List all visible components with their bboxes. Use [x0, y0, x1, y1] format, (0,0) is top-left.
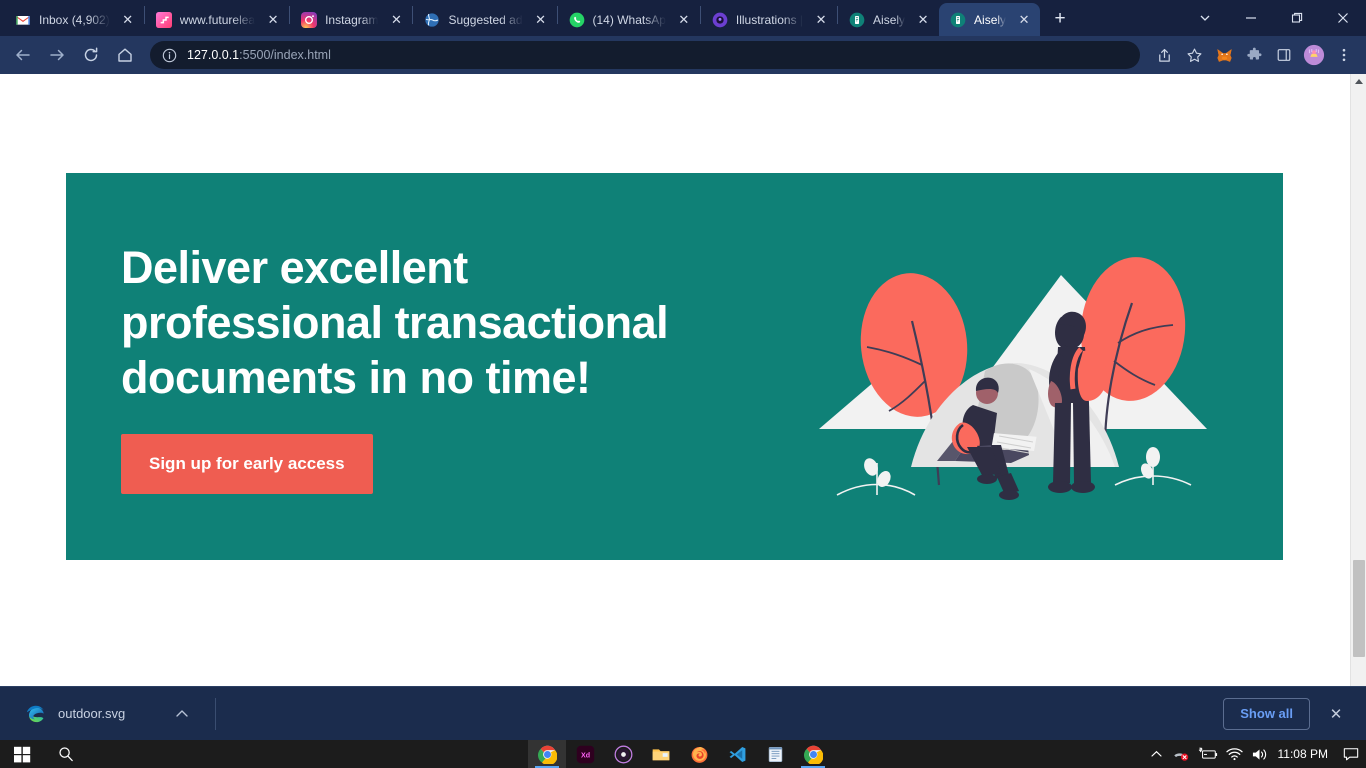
- tab-close-icon[interactable]: ✕: [118, 10, 138, 30]
- tab-illustrations[interactable]: Illustrations | ✕: [701, 3, 837, 36]
- edge-browser-icon: [24, 703, 46, 725]
- tab-aisely-1[interactable]: Aisely ✕: [838, 3, 939, 36]
- tab-close-icon[interactable]: ✕: [263, 10, 283, 30]
- sign-up-early-access-button[interactable]: Sign up for early access: [121, 433, 373, 494]
- search-icon[interactable]: [44, 740, 88, 768]
- share-icon[interactable]: [1150, 41, 1178, 69]
- tab-close-icon[interactable]: ✕: [386, 10, 406, 30]
- tab-title: (14) WhatsAp: [592, 12, 666, 27]
- file-explorer-taskbar-icon[interactable]: [642, 740, 680, 768]
- tab-close-icon[interactable]: ✕: [811, 10, 831, 30]
- battery-charging-icon[interactable]: [1194, 740, 1222, 768]
- profile-avatar[interactable]: [1300, 41, 1328, 69]
- tab-title: Instagram: [325, 12, 379, 27]
- forward-arrow-icon[interactable]: [42, 40, 72, 70]
- url-path: :5500/index.html: [239, 48, 331, 62]
- chevron-up-icon[interactable]: [167, 699, 197, 729]
- scroll-up-arrow[interactable]: [1351, 74, 1366, 90]
- whatsapp-icon: [569, 12, 584, 27]
- system-tray: 11:08 PM: [1146, 740, 1366, 768]
- camping-tent-illustration: [766, 173, 1283, 560]
- purple-circle-icon: [712, 12, 728, 27]
- close-icon[interactable]: [1320, 0, 1366, 36]
- tab-title: Inbox (4,902): [39, 12, 110, 27]
- globe-icon: [425, 12, 440, 27]
- notification-icon[interactable]: [1338, 740, 1364, 768]
- wifi-icon[interactable]: [1222, 740, 1247, 768]
- chrome-taskbar-icon[interactable]: [528, 740, 566, 768]
- tab-close-icon[interactable]: ✕: [913, 10, 933, 30]
- minimize-icon[interactable]: [1228, 0, 1274, 36]
- close-download-bar-icon[interactable]: ✕: [1320, 698, 1352, 730]
- tab-title: Suggested ad: [448, 12, 523, 27]
- tray-overflow-chevron-up-icon[interactable]: [1146, 740, 1168, 768]
- firefox-taskbar-icon[interactable]: [680, 740, 718, 768]
- page-viewport: Deliver excellent professional transacti…: [0, 74, 1366, 740]
- browser-toolbar: 127.0.0.1:5500/index.html: [0, 36, 1366, 74]
- download-bar: outdoor.svg Show all ✕: [0, 686, 1366, 740]
- window-controls: [1182, 0, 1366, 36]
- bookmark-star-icon[interactable]: [1180, 41, 1208, 69]
- notepad-taskbar-icon[interactable]: [756, 740, 794, 768]
- url-host: 127.0.0.1: [187, 48, 240, 62]
- gmail-icon: [16, 15, 30, 25]
- chrome2-taskbar-icon[interactable]: [794, 740, 832, 768]
- tab-title: Aisely: [974, 12, 1007, 27]
- page-scrollbar[interactable]: [1350, 74, 1366, 740]
- back-arrow-icon[interactable]: [8, 40, 38, 70]
- sidebar-icon[interactable]: [1270, 41, 1298, 69]
- url-text: 127.0.0.1:5500/index.html: [187, 48, 331, 62]
- tab-title: Aisely: [873, 12, 906, 27]
- adobe-xd-taskbar-icon[interactable]: Xd: [566, 740, 604, 768]
- tab-instagram[interactable]: Instagram ✕: [290, 3, 412, 36]
- hero-banner: Deliver excellent professional transacti…: [66, 173, 1283, 560]
- tab-futurelearn[interactable]: www.futurelea ✕: [145, 3, 289, 36]
- pink-gradient-icon: [155, 11, 172, 28]
- tab-inbox[interactable]: Inbox (4,902) ✕: [4, 3, 144, 36]
- volume-icon[interactable]: [1247, 740, 1272, 768]
- page-title: Deliver excellent professional transacti…: [121, 241, 669, 403]
- device-disabled-icon[interactable]: [1168, 740, 1194, 768]
- tab-title: Illustrations |: [735, 12, 804, 27]
- taskbar-clock[interactable]: 11:08 PM: [1272, 740, 1338, 768]
- tab-close-icon[interactable]: ✕: [674, 10, 694, 30]
- tab-close-icon[interactable]: ✕: [1014, 10, 1034, 30]
- show-all-downloads-button[interactable]: Show all: [1223, 697, 1310, 730]
- tab-suggested-ads[interactable]: Suggested ad ✕: [413, 3, 556, 36]
- tab-aisely-2-active[interactable]: Aisely ✕: [939, 3, 1041, 36]
- browser-window: Inbox (4,902) ✕ www.futurelea ✕ Instagra…: [0, 0, 1366, 740]
- download-item[interactable]: outdoor.svg: [14, 696, 203, 732]
- home-icon[interactable]: [110, 40, 140, 70]
- tab-whatsapp[interactable]: (14) WhatsAp ✕: [558, 3, 700, 36]
- windows-taskbar: Xd 11:08 PM: [0, 740, 1366, 768]
- recorder-taskbar-icon[interactable]: [604, 740, 642, 768]
- new-tab-button[interactable]: +: [1046, 5, 1074, 33]
- aisely-icon: [950, 12, 966, 27]
- download-bar-separator: [215, 697, 217, 730]
- scrollbar-thumb[interactable]: [1353, 560, 1365, 657]
- restore-icon[interactable]: [1274, 0, 1320, 36]
- illustration-svg: [818, 256, 1207, 500]
- tab-strip: Inbox (4,902) ✕ www.futurelea ✕ Instagra…: [0, 0, 1366, 36]
- web-page-content: Deliver excellent professional transacti…: [0, 74, 1350, 740]
- windows-start-icon[interactable]: [0, 740, 44, 768]
- instagram-icon: [301, 11, 318, 28]
- svg-text:Xd: Xd: [580, 751, 589, 759]
- kebab-menu-icon[interactable]: [1330, 41, 1358, 69]
- metamask-extension-icon[interactable]: [1210, 41, 1238, 69]
- reload-icon[interactable]: [76, 40, 106, 70]
- tab-title: www.futurelea: [179, 12, 256, 27]
- vscode-taskbar-icon[interactable]: [718, 740, 756, 768]
- tab-close-icon[interactable]: ✕: [531, 10, 551, 30]
- aisely-icon: [849, 12, 865, 27]
- download-file-name: outdoor.svg: [58, 706, 126, 721]
- address-bar[interactable]: 127.0.0.1:5500/index.html: [150, 41, 1140, 69]
- hero-text-column: Deliver excellent professional transacti…: [66, 240, 766, 494]
- info-circle-icon[interactable]: [162, 48, 177, 63]
- tab-search-chevron-down-icon[interactable]: [1182, 0, 1228, 36]
- extensions-puzzle-icon[interactable]: [1240, 41, 1268, 69]
- taskbar-app-list: Xd: [528, 740, 832, 768]
